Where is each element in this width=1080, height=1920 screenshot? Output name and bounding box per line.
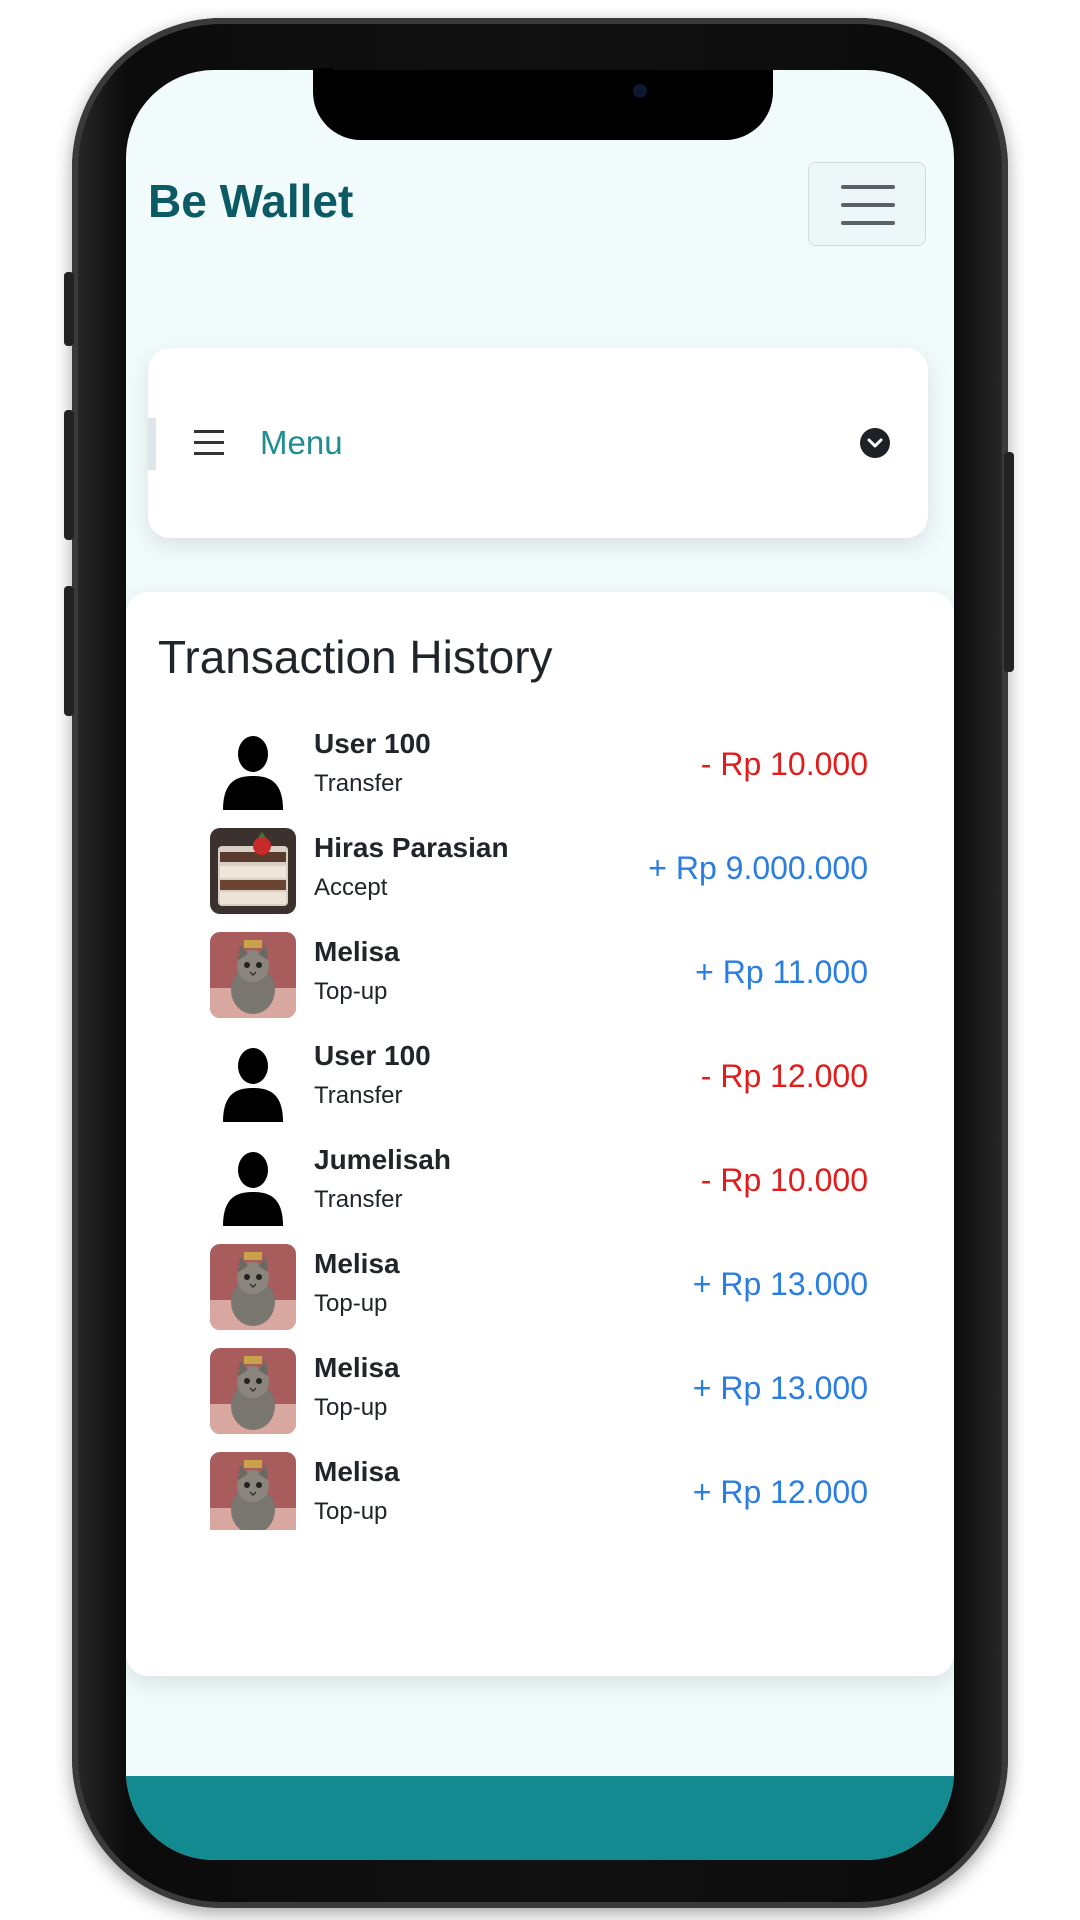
avatar — [210, 1348, 296, 1434]
avatar — [210, 1452, 296, 1530]
menu-list-icon — [194, 430, 224, 456]
transaction-name: Hiras Parasian — [314, 832, 509, 863]
navbar-toggle-button[interactable] — [808, 162, 926, 246]
transaction-amount: + Rp 13.000 — [692, 1266, 868, 1302]
volume-down-button — [64, 586, 74, 716]
transaction-type: Top-up — [314, 1290, 388, 1317]
transaction-row[interactable]: Melisa Top-up + Rp 12.000 — [126, 1438, 954, 1530]
transaction-row[interactable]: Melisa Top-up + Rp 13.000 — [126, 1230, 954, 1334]
menu-accent-bar — [148, 418, 156, 470]
chevron-down-icon[interactable] — [860, 428, 890, 458]
menu-dropdown[interactable]: Menu — [148, 348, 928, 538]
transaction-type: Top-up — [314, 1394, 388, 1421]
transaction-amount: - Rp 10.000 — [700, 746, 868, 782]
hamburger-icon-line — [841, 203, 895, 207]
transaction-row[interactable]: Melisa Top-up + Rp 13.000 — [126, 1334, 954, 1438]
transaction-type: Transfer — [314, 770, 403, 797]
transaction-name: User 100 — [314, 728, 431, 759]
hamburger-icon-line — [841, 221, 895, 225]
device-notch — [313, 68, 773, 140]
transaction-name: Melisa — [314, 1456, 400, 1487]
transaction-type: Transfer — [314, 1186, 403, 1213]
person-silhouette-icon — [210, 724, 296, 810]
transaction-name: Melisa — [314, 936, 400, 967]
transaction-name: User 100 — [314, 1040, 431, 1071]
transaction-history-card: Transaction History User 100 Transfer - Rp… — [126, 592, 954, 1676]
transaction-list[interactable]: User 100 Transfer - Rp 10.000 Hiras Parasia… — [126, 710, 954, 1530]
transaction-amount: + Rp 13.000 — [692, 1370, 868, 1406]
avatar — [210, 932, 296, 1018]
transaction-name: Melisa — [314, 1248, 400, 1279]
transaction-amount: + Rp 9.000.000 — [648, 850, 868, 886]
person-silhouette-icon — [210, 1140, 296, 1226]
person-silhouette-icon — [210, 1036, 296, 1122]
transaction-row[interactable]: User 100 Transfer - Rp 12.000 — [126, 1022, 954, 1126]
history-title: Transaction History — [158, 631, 553, 683]
hamburger-icon — [841, 185, 895, 189]
transaction-amount: - Rp 10.000 — [700, 1162, 868, 1198]
silent-switch — [64, 272, 74, 346]
transaction-amount: - Rp 12.000 — [700, 1058, 868, 1094]
avatar — [210, 1244, 296, 1330]
screen: Be Wallet Menu Transaction History User … — [126, 70, 954, 1860]
transaction-type: Transfer — [314, 1082, 403, 1109]
transaction-type: Top-up — [314, 1498, 388, 1525]
brand-title[interactable]: Be Wallet — [148, 174, 353, 228]
power-button — [1004, 452, 1014, 672]
avatar — [210, 828, 296, 914]
menu-label[interactable]: Menu — [260, 424, 343, 462]
transaction-amount: + Rp 11.000 — [695, 954, 868, 990]
transaction-type: Top-up — [314, 978, 388, 1005]
transaction-type: Accept — [314, 874, 388, 901]
footer-bar — [126, 1776, 954, 1860]
transaction-row[interactable]: Hiras Parasian Accept + Rp 9.000.000 — [126, 814, 954, 918]
transaction-name: Melisa — [314, 1352, 400, 1383]
transaction-name: Jumelisah — [314, 1144, 451, 1175]
transaction-row[interactable]: Melisa Top-up + Rp 11.000 — [126, 918, 954, 1022]
transaction-amount: + Rp 12.000 — [692, 1474, 868, 1510]
transaction-row[interactable]: User 100 Transfer - Rp 10.000 — [126, 710, 954, 814]
volume-up-button — [64, 410, 74, 540]
front-camera — [633, 84, 647, 98]
transaction-row[interactable]: Jumelisah Transfer - Rp 10.000 — [126, 1126, 954, 1230]
